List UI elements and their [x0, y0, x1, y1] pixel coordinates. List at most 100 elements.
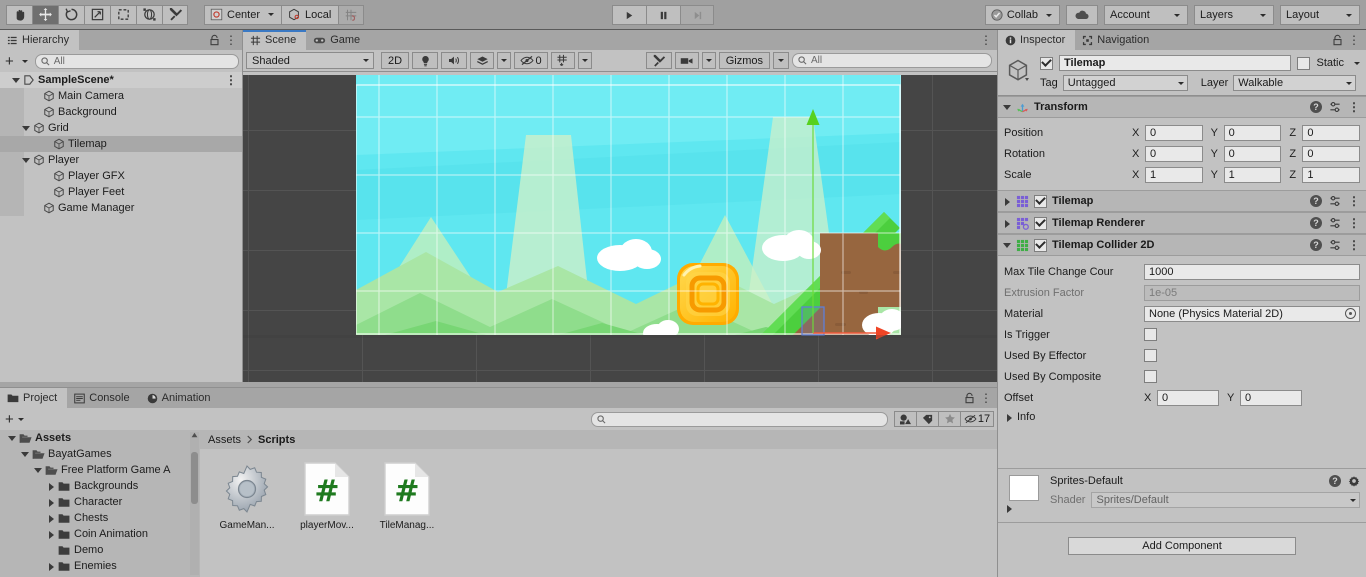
play-button[interactable]: [612, 5, 646, 25]
hierarchy-item-player[interactable]: Player: [0, 152, 243, 168]
used-by-effector-checkbox[interactable]: [1144, 349, 1157, 362]
move-tool-button[interactable]: [32, 4, 58, 25]
shader-dropdown[interactable]: Sprites/Default: [1091, 492, 1360, 508]
custom-tool-button[interactable]: [162, 4, 188, 25]
hierarchy-item-main-camera[interactable]: Main Camera: [0, 88, 243, 104]
component-menu-icon[interactable]: ⋮: [1348, 101, 1360, 113]
component-menu-icon[interactable]: ⋮: [1348, 239, 1360, 251]
hierarchy-item-background[interactable]: Background: [0, 104, 243, 120]
expand-arrow-icon[interactable]: [46, 562, 55, 571]
gameobject-name-field[interactable]: Tilemap: [1059, 55, 1292, 71]
component-enabled-checkbox[interactable]: [1034, 238, 1047, 252]
project-create-button[interactable]: +: [4, 412, 15, 427]
static-checkbox[interactable]: [1297, 56, 1311, 70]
hierarchy-scene-splitter[interactable]: [242, 30, 243, 382]
account-button[interactable]: Account: [1104, 5, 1188, 25]
hierarchy-item-player-gfx[interactable]: Player GFX: [0, 168, 243, 184]
space-mode-button[interactable]: Local: [281, 4, 339, 25]
filter-by-label-button[interactable]: [916, 411, 938, 427]
project-folder-demo[interactable]: Demo: [0, 542, 200, 558]
tag-dropdown[interactable]: Untagged: [1062, 75, 1188, 91]
project-folder-character[interactable]: Character: [0, 494, 200, 510]
expand-arrow-icon[interactable]: [21, 156, 30, 165]
transform-position-z[interactable]: 0: [1302, 124, 1361, 141]
hierarchy-menu-icon[interactable]: ⋮: [225, 34, 237, 46]
hierarchy-item-samplescene[interactable]: SampleScene* ⋮: [0, 72, 243, 88]
transform-component-header[interactable]: Transform ? ⋮: [998, 96, 1366, 118]
help-icon[interactable]: ?: [1310, 239, 1322, 251]
expand-arrow-icon[interactable]: [46, 514, 55, 523]
scene-grid-button[interactable]: [551, 52, 575, 69]
max-tile-change-input[interactable]: 1000: [1144, 263, 1360, 280]
component-menu-icon[interactable]: ⋮: [1348, 195, 1360, 207]
help-icon[interactable]: ?: [1310, 101, 1322, 113]
material-object-field[interactable]: None (Physics Material 2D): [1144, 305, 1360, 322]
pivot-mode-button[interactable]: Center: [204, 4, 282, 25]
asset-item[interactable]: GameMan...: [216, 461, 278, 531]
chevron-down-icon[interactable]: [21, 59, 28, 63]
tab-hierarchy[interactable]: Hierarchy: [0, 30, 80, 50]
breadcrumb-assets[interactable]: Assets: [208, 434, 241, 446]
transform-position-y[interactable]: 0: [1223, 124, 1282, 141]
scene-camera-button[interactable]: [674, 52, 699, 69]
layer-dropdown[interactable]: Walkable: [1233, 75, 1357, 91]
is-trigger-checkbox[interactable]: [1144, 328, 1157, 341]
transform-rotation-y[interactable]: 0: [1223, 145, 1282, 162]
rotate-tool-button[interactable]: [58, 4, 84, 25]
scene-context-menu-icon[interactable]: ⋮: [225, 74, 237, 86]
asset-item[interactable]: # TileManag...: [376, 461, 438, 531]
transform-tool-button[interactable]: [136, 4, 162, 25]
expand-arrow-icon[interactable]: [1004, 504, 1013, 513]
chevron-down-icon[interactable]: [1354, 61, 1360, 65]
cloud-button[interactable]: [1066, 5, 1098, 25]
hierarchy-item-game-manager[interactable]: Game Manager: [0, 200, 243, 216]
project-visibility-button[interactable]: 17: [960, 411, 994, 427]
favorites-button[interactable]: [938, 411, 960, 427]
expand-arrow-icon[interactable]: [33, 466, 42, 475]
transform-scale-z[interactable]: 1: [1302, 166, 1361, 183]
project-folder-backgrounds[interactable]: Backgrounds: [0, 478, 200, 494]
component-header-tilemap-renderer[interactable]: Tilemap Renderer? ⋮: [998, 212, 1366, 234]
tab-animation[interactable]: Animation: [139, 388, 221, 408]
gizmos-dropdown[interactable]: [773, 52, 789, 69]
help-icon[interactable]: ?: [1310, 217, 1322, 229]
hierarchy-item-player-feet[interactable]: Player Feet: [0, 184, 243, 200]
project-search-input[interactable]: [591, 411, 888, 427]
toggle-2d-button[interactable]: 2D: [381, 52, 409, 69]
lock-icon[interactable]: [209, 34, 220, 46]
layout-button[interactable]: Layout: [1280, 5, 1360, 25]
grid-snapping-button[interactable]: [338, 4, 365, 25]
component-header-tilemap-collider-2d[interactable]: Tilemap Collider 2D? ⋮: [998, 234, 1366, 256]
chevron-down-icon[interactable]: [17, 417, 24, 421]
scene-component-tools-button[interactable]: [645, 52, 672, 69]
expand-arrow-icon[interactable]: [1002, 219, 1011, 228]
rect-tool-button[interactable]: [110, 4, 136, 25]
draw-mode-dropdown[interactable]: Shaded: [246, 52, 374, 69]
component-menu-icon[interactable]: ⋮: [1348, 217, 1360, 229]
tab-inspector[interactable]: Inspector: [998, 30, 1076, 50]
project-menu-icon[interactable]: ⋮: [980, 392, 992, 404]
scroll-up-arrow-icon[interactable]: [190, 431, 199, 440]
expand-arrow-icon[interactable]: [46, 482, 55, 491]
expand-arrow-icon[interactable]: [7, 434, 16, 443]
help-icon[interactable]: ?: [1310, 195, 1322, 207]
gameobject-enabled-checkbox[interactable]: [1040, 56, 1053, 70]
preset-icon[interactable]: [1329, 239, 1341, 251]
scene-grid-dropdown[interactable]: [578, 52, 592, 69]
tab-scene[interactable]: Scene: [243, 30, 307, 50]
scene-audio-button[interactable]: [441, 52, 467, 69]
component-enabled-checkbox[interactable]: [1034, 194, 1047, 208]
transform-scale-x[interactable]: 1: [1145, 166, 1203, 183]
project-folder-bayatgames[interactable]: BayatGames: [0, 446, 200, 462]
expand-arrow-icon[interactable]: [46, 498, 55, 507]
scene-inspector-splitter[interactable]: [997, 30, 998, 577]
project-folder-assets[interactable]: Assets: [0, 430, 200, 446]
breadcrumb-scripts[interactable]: Scripts: [258, 434, 295, 446]
tab-game[interactable]: Game: [306, 30, 371, 50]
scene-search-input[interactable]: All: [792, 53, 992, 68]
expand-arrow-icon[interactable]: [1002, 103, 1011, 112]
lock-icon[interactable]: [964, 392, 975, 404]
collab-button[interactable]: Collab: [984, 5, 1060, 25]
tab-console[interactable]: Console: [67, 388, 140, 408]
create-object-button[interactable]: +: [4, 54, 15, 69]
